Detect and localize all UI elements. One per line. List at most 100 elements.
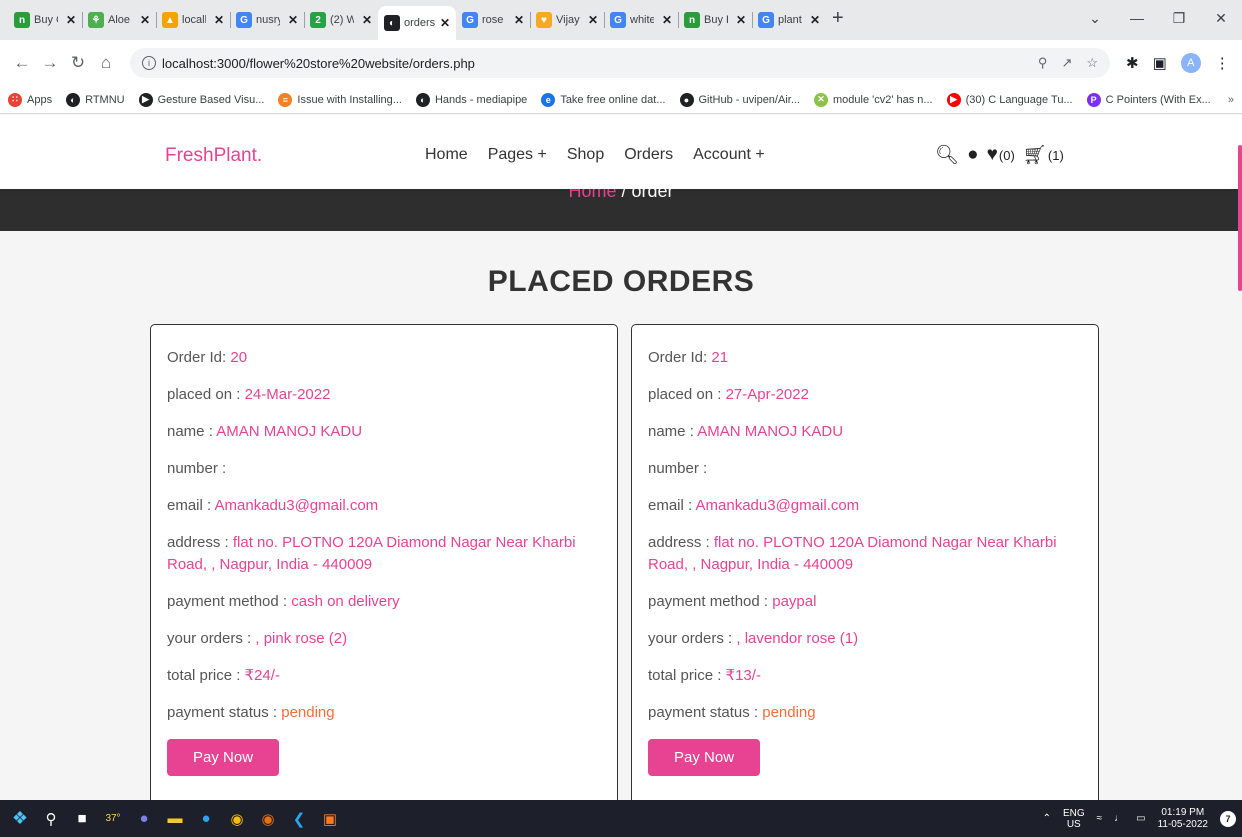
- reload-button[interactable]: ↻: [64, 53, 92, 73]
- battery-icon[interactable]: ▭: [1136, 813, 1145, 824]
- restore-button[interactable]: ❐: [1158, 10, 1200, 27]
- bookmark-item[interactable]: ▶ (30) C Language Tu...: [946, 92, 1073, 107]
- forward-button[interactable]: →: [36, 53, 64, 73]
- nav-link-orders[interactable]: Orders: [624, 146, 673, 164]
- new-tab-button[interactable]: +: [832, 8, 844, 30]
- chevron-up-icon[interactable]: ⌃: [1043, 813, 1051, 824]
- tab-close-icon[interactable]: ✕: [662, 13, 672, 27]
- tab-title: localho: [182, 14, 206, 26]
- chrome-canary-icon[interactable]: ◉: [254, 805, 282, 833]
- tab-close-icon[interactable]: ✕: [514, 13, 524, 27]
- windows-start-icon[interactable]: ❖: [6, 805, 34, 833]
- tabs-container: n Buy Co ✕ ⚘ Aloe Ve ✕ ▲ localho ✕ Gnusry fl ✕ 2 (2)…: [8, 4, 826, 40]
- bookmark-item[interactable]: ◐ RTMNU: [66, 92, 125, 107]
- nav-link-shop[interactable]: Shop: [567, 146, 604, 164]
- back-button[interactable]: ←: [8, 53, 36, 73]
- browser-tab[interactable]: Grose pl ✕: [456, 4, 530, 36]
- browser-tab[interactable]: Gnusry fl ✕: [230, 4, 304, 36]
- bookmark-item[interactable]: ▶ Gesture Based Visu...: [138, 92, 264, 107]
- bookmark-item[interactable]: P C Pointers (With Ex...: [1086, 92, 1211, 107]
- field-label: Order Id:: [648, 349, 712, 366]
- browser-tab[interactable]: 2 (2) Wha ✕: [304, 4, 378, 36]
- close-window-button[interactable]: ✕: [1200, 10, 1242, 27]
- clock[interactable]: 01:19 PM 11-05-2022: [1158, 807, 1208, 831]
- cart-icon[interactable]: 🛒︎: [1023, 143, 1047, 167]
- bookmark-item[interactable]: ◐ Hands - mediapipe: [415, 92, 527, 107]
- pay-now-button[interactable]: Pay Now: [167, 739, 280, 776]
- browser-tab[interactable]: Gplant d ✕: [752, 4, 826, 36]
- pay-now-button[interactable]: Pay Now: [648, 739, 761, 776]
- tab-close-icon[interactable]: ✕: [214, 13, 224, 27]
- bookmark-label: module 'cv2' has n...: [833, 93, 933, 106]
- tab-close-icon[interactable]: ✕: [288, 13, 298, 27]
- zoom-icon[interactable]: ⚲: [1038, 55, 1048, 71]
- clock-time: 01:19 PM: [1161, 806, 1205, 818]
- user-icon[interactable]: ●: [967, 144, 978, 166]
- field-value: ₹13/-: [725, 667, 761, 684]
- site-logo[interactable]: FreshPlant.: [165, 145, 262, 167]
- bookmark-item[interactable]: ≡ Issue with Installing...: [278, 92, 402, 107]
- address-bar[interactable]: i localhost:3000/flower%20store%20websit…: [130, 48, 1110, 78]
- search-icon[interactable]: ⚲: [37, 805, 65, 833]
- tab-search-icon[interactable]: ⌄: [1074, 10, 1116, 27]
- bookmark-item[interactable]: ● GitHub - uvipen/Air...: [679, 92, 801, 107]
- notifications-badge[interactable]: 7: [1220, 810, 1236, 827]
- field-value: pending: [281, 704, 335, 721]
- browser-tab[interactable]: n Buy Co ✕: [8, 4, 82, 36]
- home-button[interactable]: ⌂: [92, 53, 120, 73]
- bookmarks-list: ∷ Apps ◐ RTMNU ▶ Gesture Based Visu... ≡ Issue …: [8, 92, 1225, 107]
- order-placed-on: placed on : 27-Apr-2022: [648, 384, 1082, 406]
- browser-tab[interactable]: ▲ localho ✕: [156, 4, 230, 36]
- browser-tab[interactable]: n Buy Ro ✕: [678, 4, 752, 36]
- bookmark-label: GitHub - uvipen/Air...: [698, 93, 801, 106]
- bookmark-item[interactable]: e Take free online dat...: [541, 92, 666, 107]
- extensions-icon[interactable]: ✱: [1126, 54, 1139, 72]
- chrome-icon[interactable]: ◉: [223, 805, 251, 833]
- wifi-icon[interactable]: ≈: [1097, 813, 1103, 824]
- programiz-icon: P: [1086, 92, 1101, 107]
- tab-close-icon[interactable]: ✕: [810, 13, 820, 27]
- language-indicator[interactable]: ENG US: [1063, 808, 1085, 830]
- link-icon: ✕: [814, 92, 828, 107]
- bookmark-item[interactable]: ✕ module 'cv2' has n...: [814, 92, 933, 107]
- minimize-button[interactable]: —: [1116, 10, 1158, 26]
- file-explorer-icon[interactable]: ▬: [161, 805, 189, 833]
- share-icon[interactable]: ↗: [1061, 55, 1072, 71]
- bookmark-star-icon[interactable]: ☆: [1086, 55, 1098, 71]
- tab-favicon-icon: ⚘: [88, 12, 104, 28]
- nav-link-account[interactable]: Account +: [693, 146, 765, 164]
- tab-close-icon[interactable]: ✕: [140, 13, 150, 27]
- region-code: US: [1066, 818, 1081, 830]
- wishlist-heart-icon[interactable]: ♥: [987, 144, 998, 166]
- search-icon[interactable]: 🔍︎: [935, 143, 959, 167]
- browser-tab[interactable]: ⚘ Aloe Ve ✕: [82, 4, 156, 36]
- order-email: email : Amankadu3@gmail.com: [167, 495, 601, 517]
- bookmark-item[interactable]: ∷ Apps: [8, 92, 52, 107]
- language-code: ENG: [1062, 807, 1085, 819]
- nav-link-home[interactable]: Home: [425, 146, 468, 164]
- teams-icon[interactable]: ●: [130, 805, 158, 833]
- weather-icon[interactable]: 37°: [99, 805, 127, 833]
- field-value: , lavendor rose (1): [736, 630, 859, 647]
- site-info-icon[interactable]: i: [142, 56, 156, 70]
- side-panel-icon[interactable]: ▣: [1153, 54, 1167, 72]
- menu-kebab-icon[interactable]: ⋮: [1215, 54, 1230, 72]
- volume-icon[interactable]: ♩: [1114, 813, 1124, 824]
- browser-tab[interactable]: ◐ orders ✕: [378, 6, 456, 40]
- field-label: payment method :: [167, 593, 292, 610]
- tab-close-icon[interactable]: ✕: [362, 13, 372, 27]
- tab-close-icon[interactable]: ✕: [440, 16, 450, 30]
- browser-tab[interactable]: Gwhite r ✕: [604, 4, 678, 36]
- xampp-icon[interactable]: ▣: [316, 805, 344, 833]
- edge-icon[interactable]: ●: [192, 805, 220, 833]
- browser-tab[interactable]: ♥ Vijay Sa ✕: [530, 4, 604, 36]
- page-scrollbar[interactable]: [1238, 145, 1242, 291]
- bookmarks-overflow-button[interactable]: »: [1228, 94, 1234, 106]
- nav-link-pages[interactable]: Pages +: [488, 146, 547, 164]
- tab-close-icon[interactable]: ✕: [66, 13, 76, 27]
- vscode-icon[interactable]: ❮: [285, 805, 313, 833]
- profile-avatar[interactable]: A: [1180, 53, 1201, 73]
- task-view-icon[interactable]: ■: [68, 805, 96, 833]
- tab-close-icon[interactable]: ✕: [736, 13, 746, 27]
- tab-close-icon[interactable]: ✕: [588, 13, 598, 27]
